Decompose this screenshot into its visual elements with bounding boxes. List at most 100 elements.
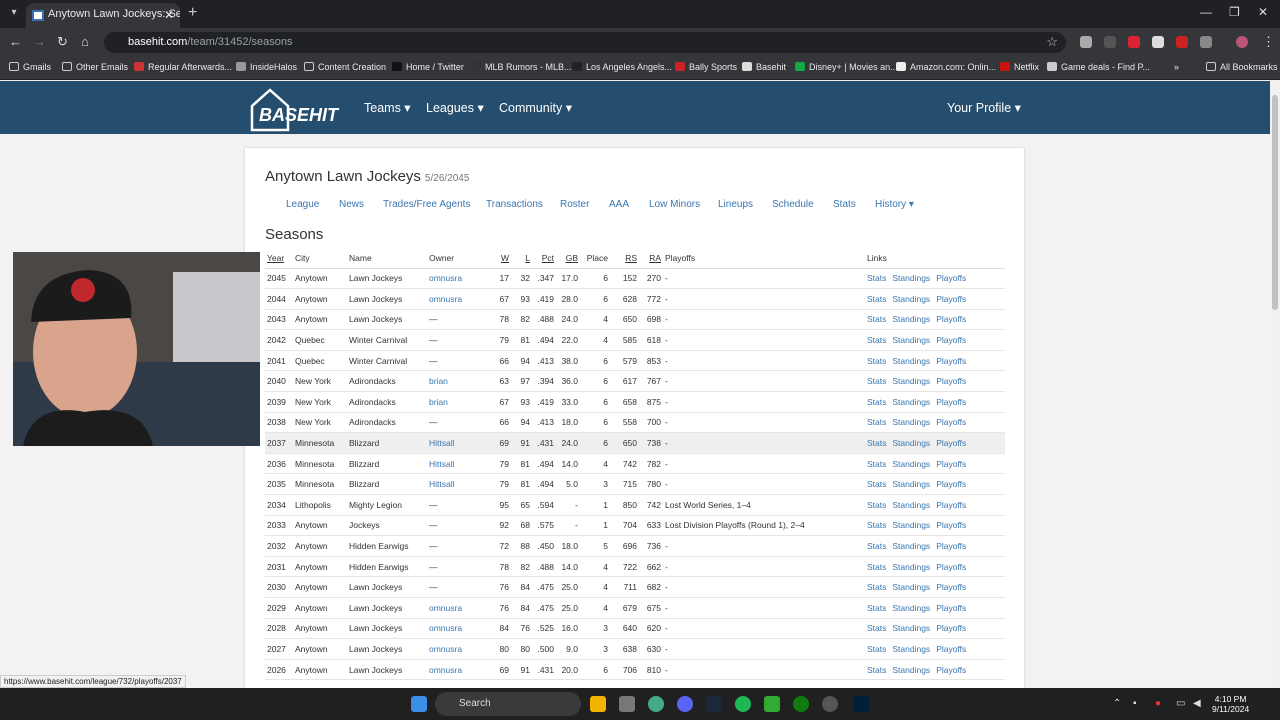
subnav-stats[interactable]: Stats bbox=[833, 199, 856, 210]
cell-owner[interactable]: omnusra bbox=[427, 638, 491, 660]
standings-link[interactable]: Standings bbox=[892, 520, 930, 530]
new-tab-icon[interactable]: + bbox=[188, 4, 197, 22]
standings-link[interactable]: Standings bbox=[892, 376, 930, 386]
nav-profile[interactable]: Your Profile ▾ bbox=[947, 100, 1021, 115]
cell-owner[interactable]: brian bbox=[427, 391, 491, 413]
photoshop-icon[interactable] bbox=[853, 696, 869, 712]
standings-link[interactable]: Standings bbox=[892, 644, 930, 654]
page-scrollbar[interactable] bbox=[1270, 81, 1280, 688]
cell-owner[interactable]: Hittsall bbox=[427, 453, 491, 475]
standings-link[interactable]: Standings bbox=[892, 397, 930, 407]
playoffs-link[interactable]: Playoffs bbox=[936, 438, 966, 448]
stats-link[interactable]: Stats bbox=[867, 273, 886, 283]
app-icon[interactable] bbox=[822, 696, 838, 712]
stats-link[interactable]: Stats bbox=[867, 397, 886, 407]
stats-link[interactable]: Stats bbox=[867, 520, 886, 530]
nav-community[interactable]: Community ▾ bbox=[499, 100, 572, 115]
subnav-aaa[interactable]: AAA bbox=[609, 199, 629, 210]
playoffs-link[interactable]: Playoffs bbox=[936, 665, 966, 675]
standings-link[interactable]: Standings bbox=[892, 562, 930, 572]
url-input[interactable]: basehit.com/team/31452/seasons ☆ bbox=[104, 32, 1066, 53]
forward-icon[interactable]: → bbox=[33, 34, 46, 49]
standings-link[interactable]: Standings bbox=[892, 294, 930, 304]
playoffs-link[interactable]: Playoffs bbox=[936, 520, 966, 530]
standings-link[interactable]: Standings bbox=[892, 417, 930, 427]
stats-link[interactable]: Stats bbox=[867, 541, 886, 551]
playoffs-link[interactable]: Playoffs bbox=[936, 335, 966, 345]
playoffs-link[interactable]: Playoffs bbox=[936, 273, 966, 283]
playoffs-link[interactable]: Playoffs bbox=[936, 417, 966, 427]
subnav-news[interactable]: News bbox=[339, 199, 364, 210]
bookmark-item[interactable]: Content Creation bbox=[304, 62, 386, 72]
playoffs-link[interactable]: Playoffs bbox=[936, 479, 966, 489]
playoffs-link[interactable]: Playoffs bbox=[936, 397, 966, 407]
standings-link[interactable]: Standings bbox=[892, 665, 930, 675]
restore-icon[interactable]: ❐ bbox=[1229, 5, 1240, 19]
cell-owner[interactable]: Hittsall bbox=[427, 473, 491, 496]
bookmark-item[interactable]: Amazon.com: Onlin... bbox=[896, 62, 996, 72]
stats-link[interactable]: Stats bbox=[867, 438, 886, 448]
bookmark-item[interactable]: Netflix bbox=[1000, 62, 1039, 72]
stats-link[interactable]: Stats bbox=[867, 500, 886, 510]
back-icon[interactable]: ← bbox=[9, 34, 22, 49]
standings-link[interactable]: Standings bbox=[892, 438, 930, 448]
stats-link[interactable]: Stats bbox=[867, 479, 886, 489]
bookmark-item[interactable]: Los Angeles Angels... bbox=[572, 62, 672, 72]
standings-link[interactable]: Standings bbox=[892, 541, 930, 551]
col-year[interactable]: Year bbox=[265, 248, 293, 269]
col-pct[interactable]: Pct bbox=[532, 248, 556, 269]
playoffs-link[interactable]: Playoffs bbox=[936, 459, 966, 469]
xbox-icon[interactable] bbox=[793, 696, 809, 712]
stats-link[interactable]: Stats bbox=[867, 603, 886, 613]
col-w[interactable]: W bbox=[491, 248, 511, 269]
browser-tab[interactable]: Anytown Lawn Jockeys: Season✕ bbox=[26, 3, 180, 28]
stats-link[interactable]: Stats bbox=[867, 294, 886, 304]
reload-icon[interactable]: ↻ bbox=[57, 34, 68, 50]
subnav-history[interactable]: History ▾ bbox=[875, 199, 914, 210]
col-rs[interactable]: RS bbox=[610, 248, 639, 269]
bookmark-star-icon[interactable]: ☆ bbox=[1046, 34, 1058, 50]
playoffs-link[interactable]: Playoffs bbox=[936, 562, 966, 572]
playoffs-link[interactable]: Playoffs bbox=[936, 644, 966, 654]
stats-link[interactable]: Stats bbox=[867, 582, 886, 592]
playoffs-link[interactable]: Playoffs bbox=[936, 500, 966, 510]
microphone-icon[interactable]: ● bbox=[1155, 698, 1161, 709]
profile-avatar[interactable] bbox=[1236, 36, 1248, 48]
subnav-low-minors[interactable]: Low Minors bbox=[649, 199, 700, 210]
bookmark-item[interactable]: Home / Twitter bbox=[392, 62, 464, 72]
playoffs-link[interactable]: Playoffs bbox=[936, 376, 966, 386]
more-bookmarks-icon[interactable]: » bbox=[1174, 62, 1179, 72]
nav-leagues[interactable]: Leagues ▾ bbox=[426, 100, 484, 115]
cell-owner[interactable]: omnusra bbox=[427, 268, 491, 290]
menu-kebab-icon[interactable]: ⋮ bbox=[1262, 34, 1275, 50]
extension-icon[interactable] bbox=[1104, 36, 1116, 48]
all-bookmarks[interactable]: All Bookmarks bbox=[1206, 62, 1278, 72]
bookmark-item[interactable]: Bally Sports bbox=[675, 62, 737, 72]
standings-link[interactable]: Standings bbox=[892, 623, 930, 633]
col-gb[interactable]: GB bbox=[556, 248, 580, 269]
bookmark-item[interactable]: Basehit bbox=[742, 62, 786, 72]
bookmark-item[interactable]: InsideHalos bbox=[236, 62, 297, 72]
bookmark-item[interactable]: Disney+ | Movies an... bbox=[795, 62, 898, 72]
discord-icon[interactable] bbox=[677, 696, 693, 712]
stats-link[interactable]: Stats bbox=[867, 314, 886, 324]
home-icon[interactable]: ⌂ bbox=[81, 34, 89, 49]
bookmark-item[interactable]: Game deals - Find P... bbox=[1047, 62, 1150, 72]
scrollbar-thumb[interactable] bbox=[1272, 95, 1278, 310]
subnav-league[interactable]: League bbox=[286, 199, 319, 210]
playoffs-link[interactable]: Playoffs bbox=[936, 582, 966, 592]
minecraft-icon[interactable] bbox=[764, 696, 780, 712]
subnav-trades[interactable]: Trades/Free Agents bbox=[383, 199, 470, 210]
bookmark-item[interactable]: Gmails bbox=[9, 62, 51, 72]
standings-link[interactable]: Standings bbox=[892, 479, 930, 489]
bookmark-item[interactable]: MLB Rumors - MLB... bbox=[471, 62, 572, 72]
subnav-schedule[interactable]: Schedule bbox=[772, 199, 814, 210]
standings-link[interactable]: Standings bbox=[892, 500, 930, 510]
standings-link[interactable]: Standings bbox=[892, 582, 930, 592]
extension-icon[interactable] bbox=[1176, 36, 1188, 48]
cell-owner[interactable]: omnusra bbox=[427, 288, 491, 310]
extension-icon[interactable] bbox=[1128, 36, 1140, 48]
taskbar-search[interactable]: Search bbox=[435, 692, 581, 716]
playoffs-link[interactable]: Playoffs bbox=[936, 356, 966, 366]
playoffs-link[interactable]: Playoffs bbox=[936, 294, 966, 304]
